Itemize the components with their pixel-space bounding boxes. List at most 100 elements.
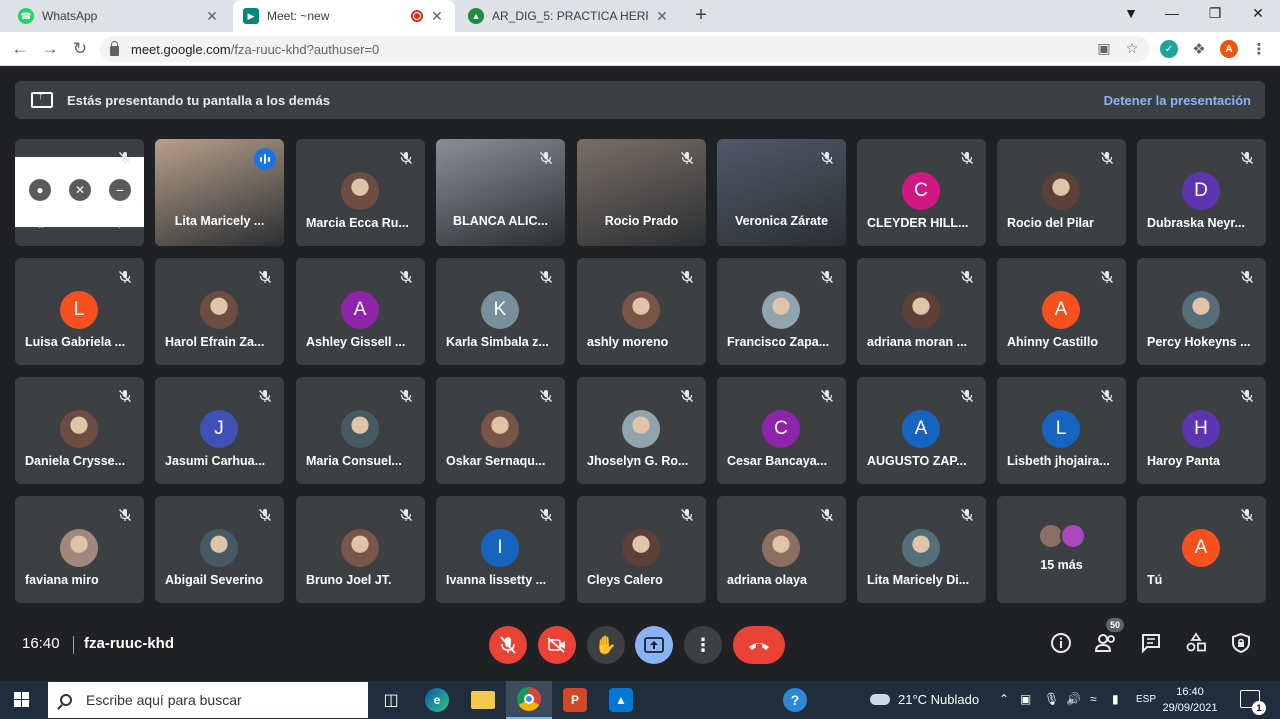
profile-avatar[interactable]: A — [1220, 40, 1238, 58]
close-icon[interactable]: ✕ — [654, 8, 670, 25]
participant-name: Haroy Panta — [1147, 454, 1220, 468]
taskbar-edge[interactable]: e — [414, 681, 460, 719]
taskbar-file-explorer[interactable] — [460, 681, 506, 719]
participant-name: Tú — [1147, 573, 1163, 587]
tray-chevron-icon[interactable]: ⌃ — [999, 692, 1009, 706]
wifi-icon[interactable]: ≈ — [1090, 692, 1097, 706]
camera-off-button[interactable] — [538, 626, 576, 664]
windows-start-icon[interactable] — [14, 692, 30, 708]
taskbar-help[interactable]: ? — [772, 681, 818, 719]
participant-name: 15 más — [1040, 558, 1083, 572]
participant-tile[interactable]: L Lisbeth jhojaira... — [997, 377, 1126, 484]
participant-tile[interactable]: Lita Maricely ... — [155, 139, 284, 246]
forward-arrow-icon[interactable]: → — [40, 39, 60, 59]
participant-tile[interactable]: C Cesar Bancaya... — [717, 377, 846, 484]
battery-icon[interactable]: ▮ — [1112, 692, 1119, 706]
participant-tile[interactable]: ● ✕ − (presentación) — [15, 139, 144, 246]
close-icon[interactable]: ✕ — [429, 8, 445, 25]
url-field[interactable]: meet.google.com/fza-ruuc-khd?authuser=0 … — [100, 36, 1150, 62]
participant-tile[interactable]: Harol Efrain Za... — [155, 258, 284, 365]
participant-tile[interactable]: L Luisa Gabriela ... — [15, 258, 144, 365]
participant-tile[interactable]: Percy Hokeyns ... — [1137, 258, 1266, 365]
minimize-button[interactable]: — — [1162, 5, 1182, 21]
participant-tile[interactable]: Rocio Prado — [577, 139, 706, 246]
participant-name: faviana miro — [25, 573, 99, 587]
participant-tile[interactable]: A AUGUSTO ZAP... — [857, 377, 986, 484]
participant-tile[interactable]: 15 más — [997, 496, 1126, 603]
camera-icon[interactable]: ▣ — [1095, 40, 1113, 57]
weather-widget[interactable]: 21°C Nublado — [870, 692, 979, 707]
participant-tile[interactable]: Marcia Ecca Ru... — [296, 139, 425, 246]
close-window-button[interactable]: ✕ — [1248, 5, 1268, 22]
new-tab-button[interactable]: + — [690, 4, 712, 27]
participant-tile[interactable]: Bruno Joel JT. — [296, 496, 425, 603]
tab-search-icon[interactable]: ▼ — [1121, 5, 1141, 21]
browser-menu-icon[interactable]: ⋮ — [1250, 40, 1268, 58]
volume-icon[interactable]: 🔊 — [1066, 692, 1081, 706]
stop-presenting-button[interactable]: Detener la presentación — [1104, 93, 1251, 108]
task-view-button[interactable]: ◫ — [368, 681, 414, 719]
avatar: A — [341, 291, 379, 329]
taskbar-chrome[interactable] — [506, 681, 552, 719]
present-now-button[interactable] — [635, 626, 673, 664]
host-controls-button[interactable] — [1228, 632, 1254, 658]
maximize-button[interactable]: ❐ — [1205, 5, 1225, 22]
participant-tile[interactable]: D Dubraska Neyr... — [1137, 139, 1266, 246]
participant-tile[interactable]: ashly moreno — [577, 258, 706, 365]
tab-classroom[interactable]: ▲ AR_DIG_5: PRACTICA HERRAMIEN ✕ — [458, 0, 680, 32]
raise-hand-button[interactable]: ✋ — [587, 626, 625, 664]
remove-icon[interactable]: − — [109, 179, 131, 201]
muted-microphone-icon — [960, 270, 974, 284]
participant-tile[interactable]: C CLEYDER HILL... — [857, 139, 986, 246]
muted-microphone-icon — [399, 270, 413, 284]
microphone-off-button[interactable] — [489, 626, 527, 664]
participant-tile[interactable]: Maria Consuel... — [296, 377, 425, 484]
participant-tile[interactable]: Cleys Calero — [577, 496, 706, 603]
language-indicator[interactable]: ESP — [1136, 694, 1156, 705]
participant-tile[interactable]: A Tú — [1137, 496, 1266, 603]
participant-tile[interactable]: Rocio del Pilar — [997, 139, 1126, 246]
participant-tile[interactable]: Francisco Zapa... — [717, 258, 846, 365]
taskbar-search-input[interactable]: Escribe aquí para buscar — [48, 682, 368, 718]
show-everyone-button[interactable] — [1093, 632, 1119, 658]
activities-button[interactable] — [1183, 632, 1209, 658]
participant-tile[interactable]: Jhoselyn G. Ro... — [577, 377, 706, 484]
participant-tile[interactable]: adriana moran ... — [857, 258, 986, 365]
participant-tile[interactable]: Veronica Zárate — [717, 139, 846, 246]
participant-tile[interactable]: Oskar Sernaqu... — [436, 377, 565, 484]
participant-tile[interactable]: Daniela Crysse... — [15, 377, 144, 484]
chat-button[interactable] — [1138, 632, 1164, 658]
taskbar-powerpoint[interactable]: P — [552, 681, 598, 719]
taskbar-photos[interactable]: ▲ — [598, 681, 644, 719]
extensions-puzzle-icon[interactable]: ❖ — [1190, 40, 1208, 58]
muted-microphone-icon — [118, 151, 132, 165]
microphone-tray-icon[interactable]: 🎙 — [1044, 692, 1059, 706]
meeting-details-button[interactable] — [1048, 632, 1074, 658]
participant-tile[interactable]: A Ashley Gissell ... — [296, 258, 425, 365]
present-screen-icon — [31, 90, 53, 108]
back-arrow-icon[interactable]: ← — [10, 39, 30, 59]
close-icon[interactable]: ✕ — [204, 8, 220, 25]
extension-check-icon[interactable]: ✓ — [1160, 40, 1178, 58]
leave-call-button[interactable] — [733, 626, 785, 664]
bookmark-star-icon[interactable]: ☆ — [1123, 40, 1141, 57]
more-options-button[interactable]: ⋮ — [684, 626, 722, 664]
participant-tile[interactable]: K Karla Simbala z... — [436, 258, 565, 365]
participant-tile[interactable]: faviana miro — [15, 496, 144, 603]
reload-icon[interactable]: ↻ — [70, 39, 90, 59]
participant-tile[interactable]: Lita Maricely Di... — [857, 496, 986, 603]
tab-whatsapp[interactable]: ☎ WhatsApp ✕ — [8, 0, 230, 32]
participant-tile[interactable]: Abigail Severino — [155, 496, 284, 603]
participant-tile[interactable]: J Jasumi Carhua... — [155, 377, 284, 484]
participant-tile[interactable]: adriana olaya — [717, 496, 846, 603]
tab-meet[interactable]: ▶ Meet: ~new ✕ — [233, 0, 455, 32]
participant-tile[interactable]: H Haroy Panta — [1137, 377, 1266, 484]
participant-tile[interactable]: I Ivanna lissetty ... — [436, 496, 565, 603]
meet-tray-icon[interactable]: ▣ — [1020, 692, 1031, 706]
participant-tile[interactable]: BLANCA ALIC... — [436, 139, 565, 246]
mute-audio-icon[interactable]: ✕ — [69, 179, 91, 201]
taskbar-clock[interactable]: 16:40 29/09/2021 — [1160, 684, 1220, 716]
participant-tile[interactable]: A Ahinny Castillo — [997, 258, 1126, 365]
avatar: C — [762, 410, 800, 448]
pin-icon[interactable]: ● — [29, 179, 51, 201]
